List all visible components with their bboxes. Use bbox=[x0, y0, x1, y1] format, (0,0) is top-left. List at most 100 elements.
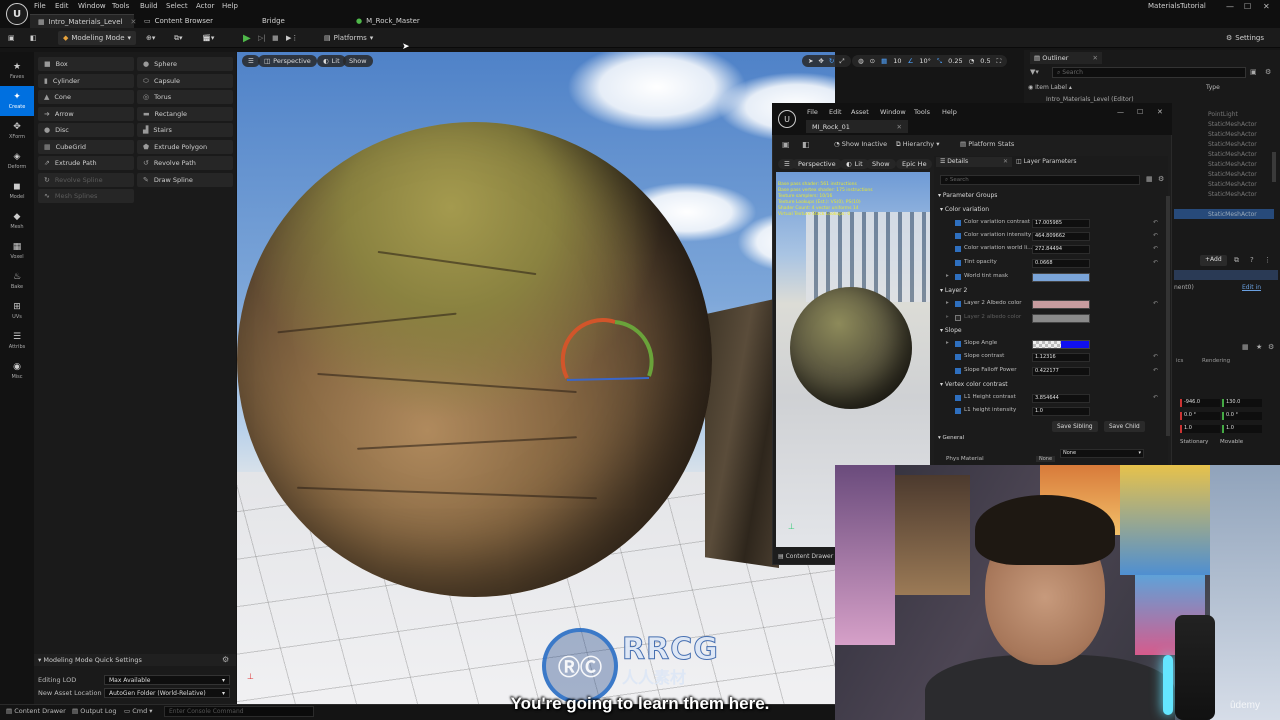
tool-extrude-polygon[interactable]: ⬟ Extrude Polygon bbox=[137, 140, 233, 154]
param-value-field[interactable]: 1.12316 bbox=[1032, 353, 1090, 362]
close-icon[interactable]: ✕ bbox=[1093, 54, 1098, 62]
rotation-y-field[interactable]: 0.0 ° bbox=[1222, 412, 1262, 420]
mode-dropdown[interactable]: ◆ Modeling Mode ▾ bbox=[58, 31, 137, 45]
grid-snap-value[interactable]: 10 bbox=[893, 57, 901, 65]
parameter-groups-header[interactable]: ▾ Parameter Groups bbox=[938, 192, 997, 199]
perspective-button[interactable]: ◫ Perspective bbox=[258, 55, 317, 67]
table-view-icon[interactable]: ▦ bbox=[1146, 175, 1153, 183]
details-search-input[interactable]: ⌕ Search bbox=[940, 175, 1140, 185]
param-checkbox[interactable] bbox=[955, 274, 961, 280]
grid-snap-icon[interactable]: ▦ bbox=[881, 57, 887, 65]
preview-lit-button[interactable]: ◐ Lit bbox=[840, 159, 869, 169]
details-tab[interactable]: ☰ Details ✕ bbox=[936, 157, 1012, 167]
group-vertex-color-contrast[interactable]: ▾ Vertex color contrast bbox=[940, 381, 1008, 388]
maximize-icon[interactable]: ☐ bbox=[1244, 2, 1251, 11]
mobility-stationary[interactable]: Stationary bbox=[1180, 439, 1208, 445]
menu-file[interactable]: File bbox=[34, 2, 46, 10]
editing-lod-select[interactable]: Max Available ▾ bbox=[104, 675, 230, 685]
gear-icon[interactable]: ⚙ bbox=[1268, 343, 1274, 351]
mi-menu-tools[interactable]: Tools bbox=[914, 108, 930, 116]
outliner-scrollbar[interactable] bbox=[1272, 152, 1276, 182]
menu-edit[interactable]: Edit bbox=[55, 2, 69, 10]
rail-xform[interactable]: ✥ XForm bbox=[0, 116, 34, 146]
add-component-button[interactable]: +Add bbox=[1200, 255, 1227, 266]
show-inactive-button[interactable]: ◔ Show Inactive bbox=[834, 140, 887, 148]
param-checkbox[interactable] bbox=[955, 233, 961, 239]
play-icon[interactable]: ▶ bbox=[243, 31, 251, 45]
rail-voxel[interactable]: ▦ Voxel bbox=[0, 236, 34, 266]
expand-arrow-icon[interactable]: ▸ bbox=[946, 273, 949, 279]
phys-material-thumbnail[interactable]: None bbox=[1036, 456, 1056, 462]
param-checkbox[interactable] bbox=[955, 395, 961, 401]
column-type[interactable]: Type bbox=[1206, 84, 1220, 91]
mi-menu-help[interactable]: Help bbox=[942, 108, 957, 116]
rotate-snap-icon[interactable]: ∠ bbox=[908, 57, 914, 65]
reset-arrow-icon[interactable]: ↶ bbox=[1153, 353, 1158, 360]
expand-arrow-icon[interactable]: ▸ bbox=[946, 300, 949, 306]
details-scrollbar[interactable] bbox=[1166, 196, 1170, 436]
param-value-field[interactable]: 17.005985 bbox=[1032, 219, 1090, 228]
rail-mesh[interactable]: ◆ Mesh bbox=[0, 206, 34, 236]
blueprint-icon[interactable]: ⧉▾ bbox=[174, 31, 183, 45]
quick-settings-header[interactable]: ▾ Modeling Mode Quick Settings bbox=[34, 654, 236, 666]
minimize-icon[interactable]: — bbox=[1117, 108, 1124, 116]
group-slope[interactable]: ▾ Slope bbox=[940, 327, 962, 334]
tool-cubegrid[interactable]: ▦ CubeGrid bbox=[38, 140, 134, 154]
show-button[interactable]: Show bbox=[343, 55, 373, 67]
group-layer-2[interactable]: ▾ Layer 2 bbox=[940, 287, 967, 294]
blueprint-icon[interactable]: ⧉ bbox=[1234, 256, 1239, 265]
level-row[interactable]: Intro_Materials_Level (Editor) bbox=[1046, 96, 1134, 103]
expand-arrow-icon[interactable]: ▸ bbox=[946, 314, 949, 320]
param-checkbox[interactable] bbox=[955, 354, 961, 360]
mi-menu-window[interactable]: Window bbox=[880, 108, 906, 116]
tab-bridge[interactable]: Bridge bbox=[254, 14, 293, 28]
param-value-field[interactable]: 272.84494 bbox=[1032, 245, 1090, 254]
column-item-label[interactable]: ◉ Item Label ▴ bbox=[1028, 84, 1072, 91]
location-x-field[interactable]: -946.0 bbox=[1180, 399, 1220, 407]
save-sibling-button[interactable]: Save Sibling bbox=[1052, 421, 1098, 432]
tool-revolve-spline[interactable]: ↻ Revolve Spline bbox=[38, 173, 134, 187]
preview-show-button[interactable]: Show bbox=[866, 159, 896, 169]
gizmo-z-line[interactable] bbox=[566, 377, 650, 381]
param-checkbox[interactable] bbox=[955, 301, 961, 307]
snap-tools[interactable]: ◍ ⊙ ▦ 10 ∠ 10° ⤡ 0.25 ◔ 0.5 ⛶ bbox=[852, 55, 1008, 67]
mi-content-drawer-button[interactable]: ▤ Content Drawer bbox=[778, 553, 833, 560]
tool-draw-spline[interactable]: ✎ Draw Spline bbox=[137, 173, 233, 187]
reset-arrow-icon[interactable]: ↶ bbox=[1153, 219, 1158, 226]
help-icon[interactable]: ? bbox=[1250, 256, 1254, 264]
tool-capsule[interactable]: ⬭ Capsule bbox=[137, 74, 233, 88]
preview-perspective-button[interactable]: Perspective bbox=[792, 159, 842, 169]
gear-icon[interactable]: ⚙ bbox=[1158, 175, 1164, 183]
unreal-logo-icon[interactable]: U bbox=[778, 110, 796, 128]
browse-icon[interactable]: ◧ bbox=[802, 140, 810, 149]
param-checkbox[interactable] bbox=[955, 246, 961, 252]
reset-arrow-icon[interactable]: ↶ bbox=[1153, 259, 1158, 266]
gizmo-x-arc[interactable] bbox=[560, 318, 616, 379]
mi-menu-edit[interactable]: Edit bbox=[829, 108, 842, 116]
camera-speed-value[interactable]: 0.5 bbox=[980, 57, 990, 65]
tab-material[interactable]: ● M_Rock_Master bbox=[348, 14, 428, 28]
maximize-viewport-icon[interactable]: ⛶ bbox=[997, 57, 1002, 66]
mi-menu-file[interactable]: File bbox=[807, 108, 818, 116]
add-filter-icon[interactable]: ▣ bbox=[1250, 68, 1257, 76]
tab-level[interactable]: ▦ Intro_Materials_Level ✕ bbox=[30, 14, 136, 28]
group-general[interactable]: ▾ General bbox=[938, 435, 964, 441]
settings-button[interactable]: ⚙ Settings bbox=[1226, 31, 1264, 45]
close-icon[interactable]: ✕ bbox=[897, 123, 902, 131]
menu-window[interactable]: Window bbox=[78, 2, 106, 10]
reset-arrow-icon[interactable]: ↶ bbox=[1153, 394, 1158, 401]
mi-menu-asset[interactable]: Asset bbox=[851, 108, 869, 116]
step-icon[interactable]: ▷| bbox=[258, 31, 266, 45]
level-viewport[interactable]: ⊥ bbox=[237, 52, 835, 704]
scale-snap-value[interactable]: 0.25 bbox=[948, 57, 962, 65]
param-checkbox[interactable] bbox=[955, 260, 961, 266]
param-value-field[interactable]: 464.809662 bbox=[1032, 232, 1090, 241]
world-icon[interactable]: ◍ bbox=[858, 57, 864, 65]
close-icon[interactable]: ✕ bbox=[1003, 158, 1008, 165]
cinematics-icon[interactable]: 🎬︎▾ bbox=[202, 31, 214, 45]
preview-sphere[interactable] bbox=[790, 287, 912, 409]
component-name[interactable]: nent0) bbox=[1174, 284, 1194, 291]
scale-icon[interactable]: ⤢ bbox=[839, 57, 844, 66]
param-checkbox[interactable] bbox=[955, 368, 961, 374]
menu-actor[interactable]: Actor bbox=[196, 2, 214, 10]
